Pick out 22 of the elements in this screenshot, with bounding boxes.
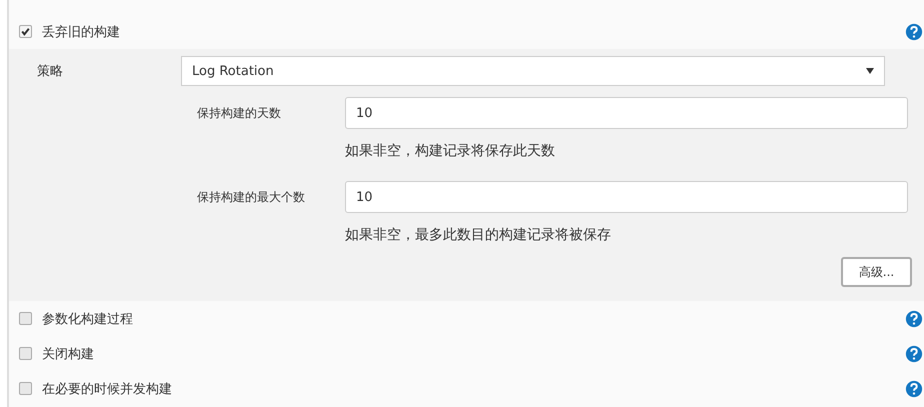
strategy-select[interactable]: Log Rotation	[181, 56, 885, 86]
option-label: 关闭构建	[42, 346, 95, 362]
strategy-label: 策略	[37, 63, 64, 80]
help-icon[interactable]	[905, 310, 923, 328]
checkbox[interactable]	[19, 25, 32, 38]
option-label: 丢弃旧的构建	[42, 24, 121, 40]
checkbox[interactable]	[19, 347, 32, 360]
field-label: 保持构建的最大个数	[196, 188, 306, 206]
input-field[interactable]: 10	[345, 181, 908, 213]
field-hint: 如果非空，最多此数目的构建记录将被保存	[344, 226, 612, 245]
checkbox[interactable]	[19, 382, 32, 395]
input-field[interactable]: 10	[345, 97, 908, 129]
help-icon[interactable]	[905, 22, 923, 40]
advanced-button[interactable]: 高级...	[841, 257, 912, 287]
option-label: 参数化构建过程	[42, 310, 134, 328]
caret-icon	[866, 68, 874, 74]
help-icon[interactable]	[905, 344, 923, 362]
option-label: 在必要的时候并发构建	[42, 380, 173, 398]
checkbox[interactable]	[19, 312, 32, 325]
field-hint: 如果非空，构建记录将保存此天数	[344, 142, 556, 161]
help-icon[interactable]	[905, 380, 923, 398]
field-label: 保持构建的天数	[196, 104, 282, 122]
